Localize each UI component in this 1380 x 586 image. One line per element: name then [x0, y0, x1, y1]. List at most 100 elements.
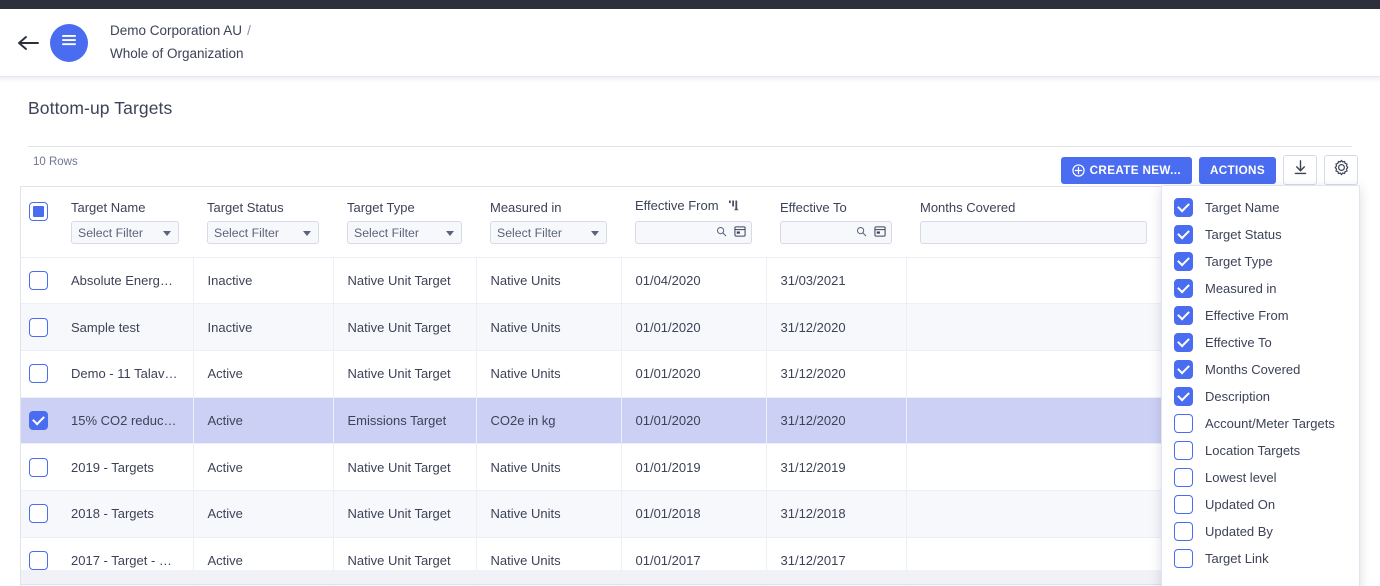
select-all-cell	[21, 187, 57, 221]
column-chooser-label: Target Status	[1205, 227, 1282, 242]
cell-target-type: Native Unit Target	[333, 349, 477, 398]
column-visibility-checkbox[interactable]	[1174, 387, 1193, 406]
column-chooser-item[interactable]: Updated On	[1162, 491, 1359, 518]
search-icon[interactable]	[856, 225, 867, 240]
cell-target-status: Active	[193, 443, 334, 491]
select-all-checkbox[interactable]	[29, 202, 48, 221]
chevron-down-icon	[591, 230, 599, 236]
column-header-target-status[interactable]: Target Status	[193, 187, 333, 221]
filter-select-target-type[interactable]: Select Filter	[347, 221, 462, 244]
cell-months-covered	[906, 443, 1162, 491]
column-chooser-label: Measured in	[1205, 281, 1277, 296]
column-visibility-checkbox[interactable]	[1174, 549, 1193, 568]
column-visibility-checkbox[interactable]	[1174, 279, 1193, 298]
column-visibility-checkbox[interactable]	[1174, 468, 1193, 487]
filter-select-measured-in[interactable]: Select Filter	[490, 221, 607, 244]
calendar-icon[interactable]	[874, 225, 886, 240]
create-new-button[interactable]: CREATE NEW...	[1060, 156, 1192, 184]
app-root: Demo Corporation AU / Whole of Organizati…	[0, 0, 1380, 586]
breadcrumb: Demo Corporation AU / Whole of Organizati…	[110, 20, 251, 65]
column-chooser-popup: Target Name Target Status Target Type Measu…	[1161, 185, 1360, 586]
column-chooser-item[interactable]: Location Targets	[1162, 437, 1359, 464]
column-chooser-item[interactable]: Measured in	[1162, 275, 1359, 302]
breadcrumb-org[interactable]: Demo Corporation AU	[110, 23, 242, 38]
filter-date-effective-from[interactable]	[635, 221, 752, 244]
chevron-down-icon	[446, 230, 454, 236]
breadcrumb-separator: /	[247, 23, 251, 39]
table-row[interactable]: Absolute Energy Red... Inactive Native Uni…	[21, 256, 1359, 304]
column-chooser-item[interactable]: Target Type	[1162, 248, 1359, 275]
cell-effective-from: 01/01/2020	[621, 396, 767, 444]
horizontal-scrollbar-track[interactable]	[20, 570, 1360, 585]
download-button[interactable]	[1283, 155, 1317, 185]
filter-cell-target-status: Select Filter	[193, 221, 333, 257]
row-checkbox[interactable]	[29, 364, 48, 384]
column-visibility-checkbox[interactable]	[1174, 198, 1193, 217]
column-visibility-checkbox[interactable]	[1174, 252, 1193, 271]
column-settings-button[interactable]	[1324, 155, 1358, 185]
row-checkbox[interactable]	[29, 504, 48, 524]
column-chooser-item[interactable]: Updated By	[1162, 518, 1359, 545]
breadcrumb-scope[interactable]: Whole of Organization	[110, 46, 244, 61]
column-chooser-label: Updated On	[1205, 497, 1276, 512]
cell-target-type: Native Unit Target	[333, 443, 477, 491]
search-icon[interactable]	[716, 225, 727, 240]
filter-select-target-name[interactable]: Select Filter	[71, 221, 179, 244]
filter-value: Select Filter	[214, 225, 279, 240]
filter-value: Select Filter	[497, 225, 562, 240]
column-chooser-item[interactable]: Target Name	[1162, 194, 1359, 221]
filter-date-effective-to[interactable]	[780, 221, 892, 244]
cell-measured-in: Native Units	[476, 349, 622, 398]
filter-select-target-status[interactable]: Select Filter	[207, 221, 319, 244]
table-row[interactable]: 2018 - Targets Active Native Unit Target Na…	[21, 489, 1359, 538]
column-chooser-item[interactable]: Target Link	[1162, 545, 1359, 572]
cell-effective-to: 31/12/2020	[766, 396, 907, 444]
hamburger-menu-icon	[60, 33, 78, 52]
column-visibility-checkbox[interactable]	[1174, 414, 1193, 433]
column-visibility-checkbox[interactable]	[1174, 495, 1193, 514]
table-row[interactable]: Sample test Inactive Native Unit Target Nat…	[21, 303, 1359, 351]
row-checkbox[interactable]	[29, 317, 48, 337]
cell-target-type: Native Unit Target	[333, 256, 477, 304]
column-visibility-checkbox[interactable]	[1174, 360, 1193, 379]
filter-input-months-covered[interactable]	[920, 221, 1147, 244]
row-checkbox[interactable]	[29, 457, 48, 477]
cell-effective-to: 31/12/2018	[766, 489, 907, 538]
table-row[interactable]: 15% CO2 reduction ... Active Emissions Tar…	[21, 396, 1359, 444]
column-chooser-item[interactable]: Target Status	[1162, 221, 1359, 248]
column-header-effective-from[interactable]: Effective From	[621, 187, 766, 221]
column-header-months-covered[interactable]: Months Covered	[906, 187, 1161, 221]
row-checkbox[interactable]	[29, 270, 48, 290]
column-header-effective-to[interactable]: Effective To	[766, 187, 906, 221]
table-row[interactable]: Demo - 11 Talavera ... Active Native Unit …	[21, 349, 1359, 398]
column-header-target-type[interactable]: Target Type	[333, 187, 476, 221]
row-checkbox[interactable]	[29, 550, 48, 570]
back-button[interactable]	[8, 35, 48, 51]
column-visibility-checkbox[interactable]	[1174, 333, 1193, 352]
column-header-measured-in[interactable]: Measured in	[476, 187, 621, 221]
column-visibility-checkbox[interactable]	[1174, 522, 1193, 541]
table-toolbar: CREATE NEW... ACTIONS	[1060, 155, 1358, 185]
column-visibility-checkbox[interactable]	[1174, 225, 1193, 244]
column-header-target-name[interactable]: Target Name	[57, 187, 193, 221]
cell-target-name: 2019 - Targets	[57, 443, 194, 491]
cell-measured-in: Native Units	[476, 443, 622, 491]
actions-button[interactable]: ACTIONS	[1198, 156, 1276, 184]
column-chooser-item[interactable]: Description	[1162, 383, 1359, 410]
column-visibility-checkbox[interactable]	[1174, 306, 1193, 325]
table-row[interactable]: 2019 - Targets Active Native Unit Target Na…	[21, 443, 1359, 491]
org-menu-button[interactable]	[50, 23, 88, 62]
calendar-icon[interactable]	[734, 225, 746, 240]
top-strip	[0, 0, 1380, 9]
cell-target-status: Active	[193, 349, 334, 398]
page-title: Bottom-up Targets	[28, 98, 173, 118]
column-chooser-item[interactable]: Effective To	[1162, 329, 1359, 356]
column-chooser-item[interactable]: Account/Meter Targets	[1162, 410, 1359, 437]
cell-effective-to: 31/12/2020	[766, 303, 907, 351]
column-visibility-checkbox[interactable]	[1174, 441, 1193, 460]
column-chooser-item[interactable]: Lowest level	[1162, 464, 1359, 491]
cell-effective-to: 31/12/2019	[766, 443, 907, 491]
row-checkbox[interactable]	[29, 410, 48, 430]
column-chooser-item[interactable]: Months Covered	[1162, 356, 1359, 383]
column-chooser-item[interactable]: Effective From	[1162, 302, 1359, 329]
